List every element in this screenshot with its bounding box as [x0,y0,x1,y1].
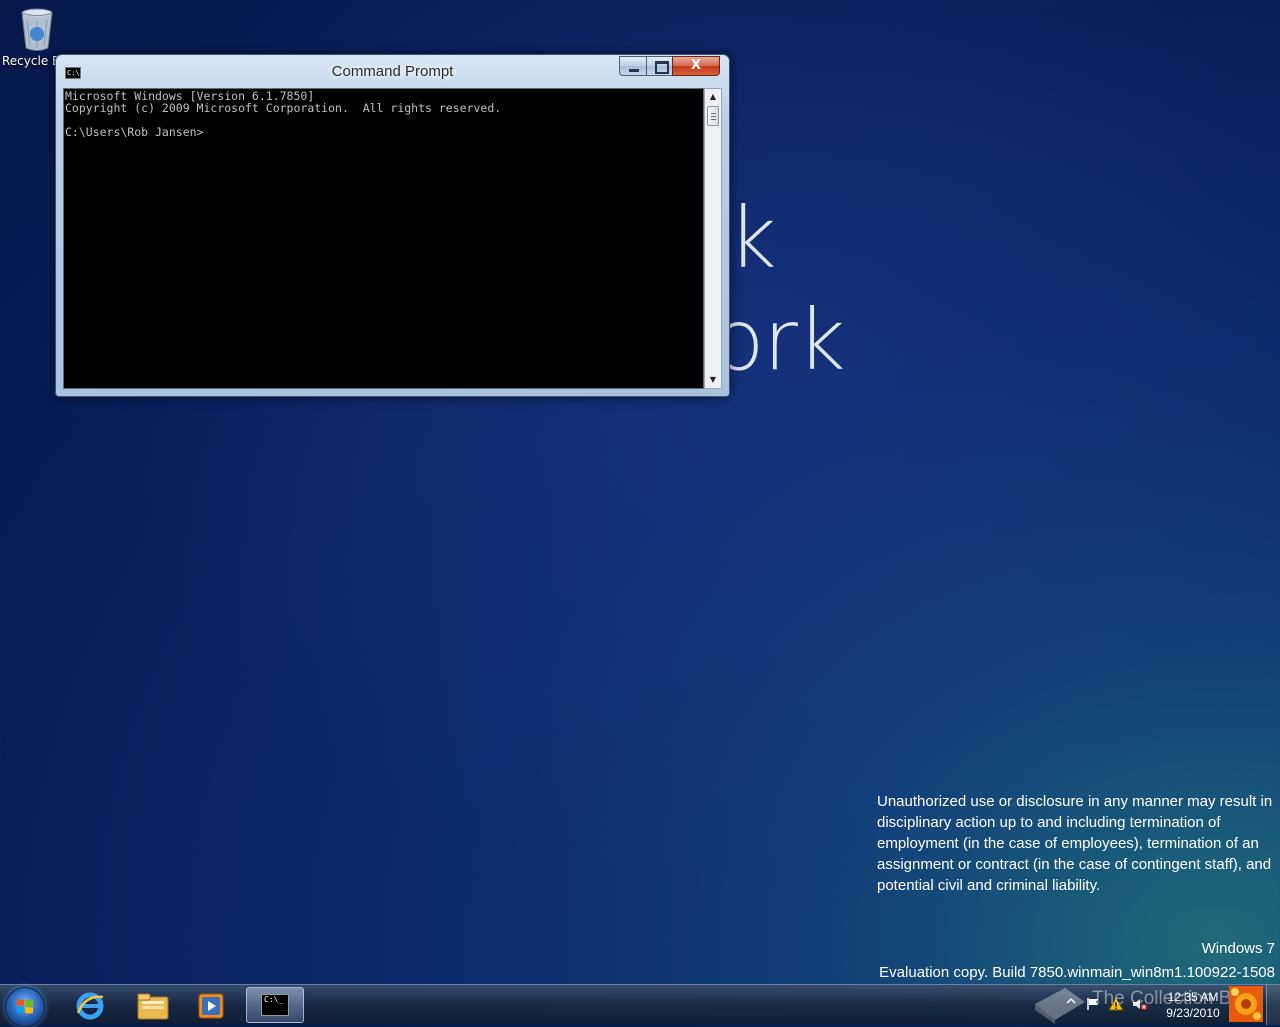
console-line: Copyright (c) 2009 Microsoft Corporation… [65,101,502,115]
close-icon: X [690,58,702,73]
console-prompt-line: C:\Users\Rob Jansen> [65,125,204,139]
background-text-k: k [728,189,777,287]
scrollbar-thumb[interactable] [707,106,719,126]
desktop-icon-label: Recycle Bin [2,54,58,68]
grip-line [711,116,716,117]
scroll-down-icon[interactable]: ▼ [705,372,721,388]
console-output[interactable]: Microsoft Windows [Version 6.1.7850] Copy… [63,88,704,389]
maximize-button[interactable] [646,56,673,76]
grip-line [711,119,716,120]
os-watermark: Windows 7 [1201,940,1275,957]
taskbar-windows-explorer[interactable] [124,987,178,1023]
maximize-icon [655,61,669,74]
book-watermark-icon [1035,988,1085,1024]
taskbar-command-prompt[interactable]: C:\_ [246,987,304,1023]
cmd-icon: C:\_ [261,994,289,1016]
background-text-ork: ork [713,291,846,389]
internet-explorer-icon [76,992,104,1020]
recycle-bin-icon [21,8,53,51]
windows-start-icon [17,999,33,1014]
show-desktop-button[interactable] [1266,985,1280,1025]
user-picture-flower-icon[interactable] [1229,986,1263,1022]
taskbar-media-player[interactable] [184,987,238,1023]
folder-icon [137,993,169,1020]
media-player-icon [198,993,224,1019]
vertical-scrollbar[interactable]: ▲ ▼ [704,88,722,389]
cmd-window[interactable]: C:\. Command Prompt X Microsoft Windows … [55,54,730,397]
taskbar-internet-explorer[interactable] [62,987,116,1023]
minimize-button[interactable] [619,56,647,76]
close-button[interactable]: X [672,56,720,76]
disclaimer-text: Unauthorized use or disclosure in any ma… [877,793,1273,894]
start-button[interactable] [5,987,45,1027]
grip-line [711,113,716,114]
cmd-title-bar[interactable]: C:\. Command Prompt X [56,55,729,87]
scroll-up-icon[interactable]: ▲ [705,89,721,105]
minimize-icon [629,69,639,72]
